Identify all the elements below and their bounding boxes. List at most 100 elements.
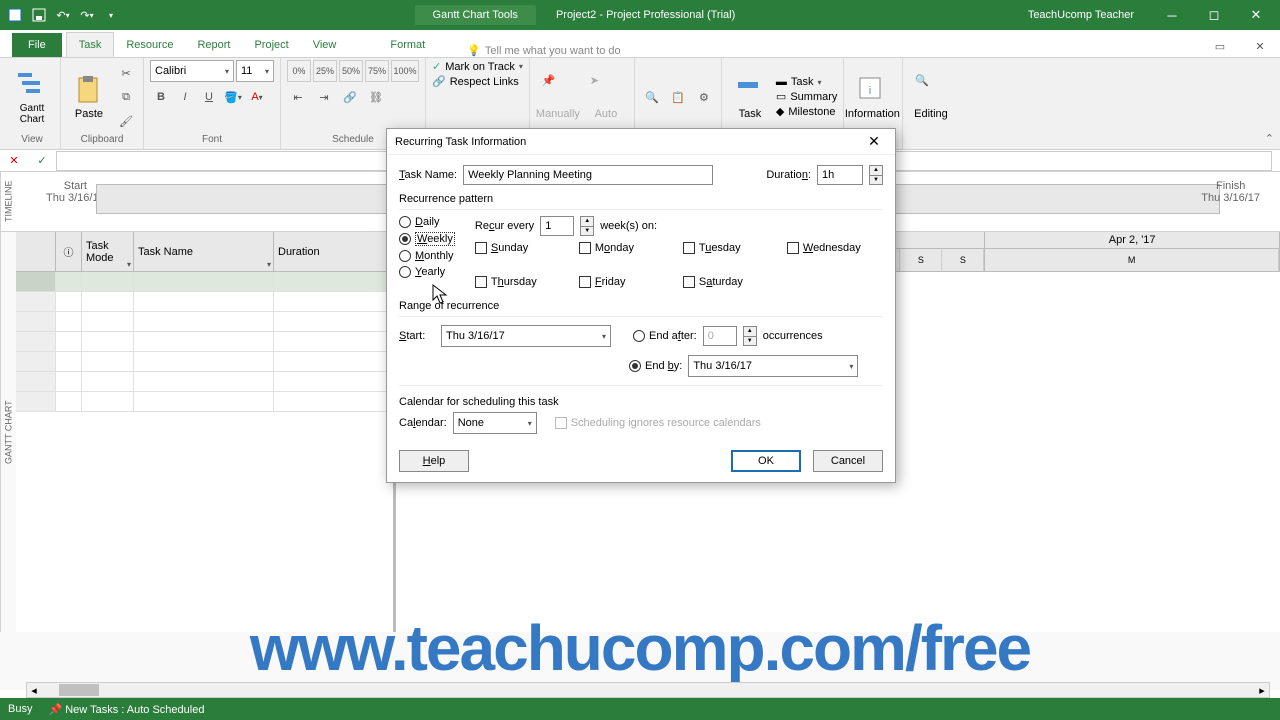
- task-tab[interactable]: Task: [66, 32, 115, 57]
- unlink-icon[interactable]: ⛓: [365, 86, 387, 108]
- table-row[interactable]: [16, 292, 393, 312]
- auto-schedule-button[interactable]: ➤ Auto: [584, 72, 628, 122]
- gantt-chart-button[interactable]: Gantt Chart: [10, 67, 54, 127]
- qat-redo-icon[interactable]: ↷▾: [76, 4, 98, 26]
- milestone-button[interactable]: ◆Milestone: [776, 105, 837, 118]
- cancel-entry-icon[interactable]: ✕: [2, 151, 26, 171]
- radio-daily[interactable]: Daily: [399, 216, 455, 228]
- chk-friday[interactable]: Friday: [579, 276, 661, 288]
- font-name-combo[interactable]: Calibri▾: [150, 60, 234, 82]
- table-row[interactable]: [16, 272, 393, 292]
- ribbon-display-options[interactable]: ▭: [1200, 35, 1240, 57]
- radio-monthly[interactable]: Monthly: [399, 250, 455, 262]
- qat-undo-icon[interactable]: ↶▾: [52, 4, 74, 26]
- paste-button[interactable]: Paste: [67, 72, 111, 122]
- table-row[interactable]: [16, 332, 393, 352]
- cancel-button[interactable]: Cancel: [813, 450, 883, 472]
- project-tab[interactable]: Project: [242, 33, 300, 57]
- report-tab[interactable]: Report: [185, 33, 242, 57]
- indent-icon[interactable]: ⇥: [313, 86, 335, 108]
- table-row[interactable]: [16, 392, 393, 412]
- task-grid[interactable]: [16, 272, 393, 632]
- qat-customize-icon[interactable]: ▾: [100, 4, 122, 26]
- information-button[interactable]: i Information: [850, 72, 894, 122]
- cut-icon[interactable]: ✂: [115, 62, 137, 84]
- accept-entry-icon[interactable]: ✓: [30, 151, 54, 171]
- chk-thursday[interactable]: Thursday: [475, 276, 557, 288]
- dialog-close-button[interactable]: ✕: [861, 130, 887, 154]
- copy-icon[interactable]: ⧉: [115, 86, 137, 108]
- end-by-combo[interactable]: Thu 3/16/17▾: [688, 355, 858, 377]
- table-row[interactable]: [16, 312, 393, 332]
- info-col-header[interactable]: ⓘ: [56, 232, 82, 271]
- view-tab[interactable]: View: [301, 33, 349, 57]
- format-painter-icon[interactable]: 🖌: [115, 110, 137, 132]
- task-insert-button[interactable]: Task: [728, 72, 772, 122]
- table-row[interactable]: [16, 372, 393, 392]
- radio-end-by[interactable]: End by:: [629, 360, 682, 372]
- end-after-spinner[interactable]: ▲▼: [743, 326, 757, 346]
- bulb-icon: 💡: [467, 44, 481, 57]
- editing-button[interactable]: 🔍 Editing: [909, 72, 953, 122]
- start-date-combo[interactable]: Thu 3/16/17▾: [441, 325, 611, 347]
- pct-75-button[interactable]: 75%: [365, 60, 389, 82]
- format-tab[interactable]: Format: [378, 33, 437, 57]
- font-size-combo[interactable]: 11▾: [236, 60, 274, 82]
- fill-color-button[interactable]: 🪣▾: [222, 86, 244, 108]
- row-selector-header[interactable]: [16, 232, 56, 271]
- collapse-ribbon-icon[interactable]: ⌃: [1265, 132, 1274, 145]
- pct-100-button[interactable]: 100%: [391, 60, 419, 82]
- move-icon[interactable]: 📋: [667, 86, 689, 108]
- end-after-input[interactable]: [703, 326, 737, 346]
- underline-button[interactable]: U: [198, 86, 220, 108]
- help-button[interactable]: Help: [399, 450, 469, 472]
- duration-spinner[interactable]: ▲▼: [869, 165, 883, 185]
- font-size-value: 11: [241, 65, 252, 77]
- tell-me-field[interactable]: 💡 Tell me what you want to do: [467, 44, 620, 57]
- ok-button[interactable]: OK: [731, 450, 801, 472]
- chk-sunday[interactable]: Sunday: [475, 242, 557, 254]
- manually-schedule-button[interactable]: 📌 Manually: [536, 72, 580, 122]
- horizontal-scrollbar[interactable]: ◂ ▸: [26, 682, 1270, 698]
- recur-spinner[interactable]: ▲▼: [580, 216, 594, 236]
- recur-every-input[interactable]: [540, 216, 574, 236]
- radio-yearly[interactable]: Yearly: [399, 266, 455, 278]
- chk-saturday[interactable]: Saturday: [683, 276, 765, 288]
- chk-monday[interactable]: Monday: [579, 242, 661, 254]
- respect-links-button[interactable]: 🔗Respect Links: [432, 75, 519, 88]
- font-color-button[interactable]: A▾: [246, 86, 268, 108]
- inspect-icon[interactable]: 🔍: [641, 86, 663, 108]
- new-tasks-mode[interactable]: 📌 New Tasks : Auto Scheduled: [48, 703, 204, 716]
- qat-save-icon[interactable]: [28, 4, 50, 26]
- taskname-col-header[interactable]: Task Name▾: [134, 232, 274, 271]
- mark-on-track-button[interactable]: ✓Mark on Track▾: [432, 60, 523, 73]
- duration-col-header[interactable]: Duration▾: [274, 232, 393, 271]
- timeline-label: TIMELINE: [0, 172, 16, 231]
- taskmode-col-header[interactable]: Task Mode▾: [82, 232, 134, 271]
- duration-input[interactable]: [817, 165, 863, 185]
- minimize-button[interactable]: ─: [1152, 4, 1192, 26]
- calendar-combo[interactable]: None▾: [453, 412, 537, 434]
- task-dropdown[interactable]: ▬Task▾: [776, 76, 837, 88]
- mode-icon[interactable]: ⚙: [693, 86, 715, 108]
- bold-button[interactable]: B: [150, 86, 172, 108]
- close-window-button[interactable]: ✕: [1236, 4, 1276, 26]
- pct-25-button[interactable]: 25%: [313, 60, 337, 82]
- maximize-button[interactable]: ◻: [1194, 4, 1234, 26]
- chk-tuesday[interactable]: Tuesday: [683, 242, 765, 254]
- task-name-input[interactable]: [463, 165, 713, 185]
- pct-0-button[interactable]: 0%: [287, 60, 311, 82]
- radio-end-after[interactable]: End after:: [633, 330, 697, 342]
- summary-button[interactable]: ▭Summary: [776, 90, 837, 103]
- radio-weekly[interactable]: Weekly: [399, 232, 455, 246]
- link-icon[interactable]: 🔗: [339, 86, 361, 108]
- qat-project-icon[interactable]: [4, 4, 26, 26]
- table-row[interactable]: [16, 352, 393, 372]
- file-tab[interactable]: File: [12, 33, 62, 57]
- close-doc-button[interactable]: ✕: [1240, 35, 1280, 57]
- resource-tab[interactable]: Resource: [114, 33, 185, 57]
- italic-button[interactable]: I: [174, 86, 196, 108]
- pct-50-button[interactable]: 50%: [339, 60, 363, 82]
- outdent-icon[interactable]: ⇤: [287, 86, 309, 108]
- chk-wednesday[interactable]: Wednesday: [787, 242, 869, 254]
